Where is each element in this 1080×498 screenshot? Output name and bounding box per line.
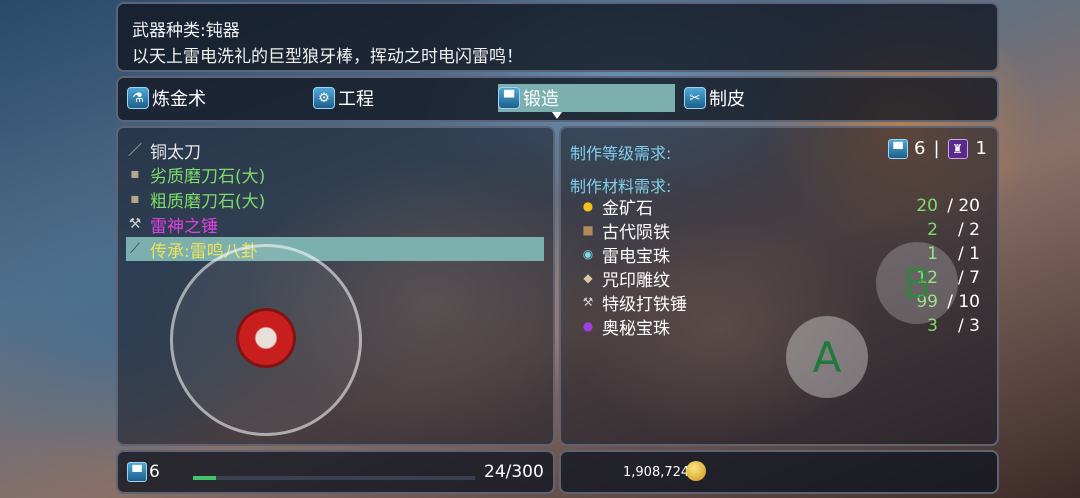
material-need: / 1 xyxy=(958,244,980,264)
rune-icon: ◆ xyxy=(583,271,593,285)
recipe-item[interactable]: ▪ 粗质磨刀石(大) xyxy=(126,187,266,212)
material-name: 奥秘宝珠 xyxy=(602,318,670,339)
level-value: 6 xyxy=(914,138,926,159)
b-button[interactable]: B xyxy=(876,242,958,324)
tab-label: 炼金术 xyxy=(152,89,206,110)
craft-level: 6 xyxy=(149,462,160,482)
weapon-type-text: 武器种类:钝器 xyxy=(132,21,240,41)
tab-engineering[interactable]: ⚙ 工程 xyxy=(313,84,374,112)
tab-label: 制皮 xyxy=(709,89,745,110)
tab-alchemy[interactable]: ⚗ 炼金术 xyxy=(127,84,206,112)
recipe-label: 粗质磨刀石(大) xyxy=(150,191,266,212)
whetstone-icon: ▪ xyxy=(130,191,140,207)
recipe-label: 劣质磨刀石(大) xyxy=(150,166,266,187)
joystick-thumb[interactable] xyxy=(236,308,296,368)
tab-label: 锻造 xyxy=(523,89,559,110)
tab-label: 工程 xyxy=(338,89,374,110)
recipe-label: 雷神之锤 xyxy=(150,216,218,237)
rank-value: 1 xyxy=(975,138,987,159)
tab-leatherworking[interactable]: ✂ 制皮 xyxy=(684,84,745,112)
gold-amount: 1,908,724 xyxy=(623,465,690,480)
alchemy-icon: ⚗ xyxy=(127,87,149,109)
recipe-item[interactable]: ▪ 劣质磨刀石(大) xyxy=(126,162,266,187)
meteor-iron-icon: ■ xyxy=(582,223,594,237)
item-description-panel: 武器种类:钝器 以天上雷电洗礼的巨型狼牙棒，挥动之时电闪雷鸣！ xyxy=(116,2,999,72)
material-row: ■ 古代陨铁 2 / 2 xyxy=(580,218,984,243)
gold-coin-icon xyxy=(686,461,706,481)
experience-text: 24/300 xyxy=(484,462,544,482)
material-name: 古代陨铁 xyxy=(602,222,670,243)
staff-icon: ⟋ xyxy=(130,241,140,257)
tab-blacksmithing[interactable]: ▀ 锻造 xyxy=(498,84,675,112)
whetstone-icon: ▪ xyxy=(130,166,140,182)
material-name: 雷电宝珠 xyxy=(602,246,670,267)
material-name: 特级打铁锤 xyxy=(602,294,687,315)
sword-icon: ／ xyxy=(128,143,142,159)
recipe-item-selected[interactable]: ⟋ 传承:雷鸣八卦 xyxy=(126,237,544,262)
material-name: 咒印雕纹 xyxy=(602,270,670,291)
helmet-icon: ♜ xyxy=(947,138,968,159)
smith-hammer-icon: ⚒ xyxy=(582,295,594,309)
level-requirement-title: 制作等级需求: xyxy=(570,144,672,163)
recipe-item[interactable]: ⚒ 雷神之锤 xyxy=(126,212,218,237)
material-have: 20 xyxy=(916,196,938,216)
anvil-icon: ▀ xyxy=(127,462,147,482)
material-need: / 20 xyxy=(947,196,980,216)
a-button[interactable]: A xyxy=(786,316,868,398)
level-requirement-values: ▀ 6 | ♜ 1 xyxy=(888,138,987,159)
leather-icon: ✂ xyxy=(684,87,706,109)
material-name: 金矿石 xyxy=(602,198,653,219)
material-need: / 7 xyxy=(958,268,980,288)
material-need: / 2 xyxy=(958,220,980,240)
engineering-icon: ⚙ xyxy=(313,87,335,109)
material-have: 2 xyxy=(927,220,938,240)
experience-progress-fill xyxy=(193,476,216,480)
mystic-orb-icon: ● xyxy=(582,319,594,333)
recipe-label: 铜太刀 xyxy=(150,142,201,163)
separator: | xyxy=(933,138,940,159)
hammer-icon: ⚒ xyxy=(128,216,142,232)
active-tab-indicator-icon xyxy=(552,112,562,119)
experience-progress-bar xyxy=(193,476,475,480)
recipe-item[interactable]: ／ 铜太刀 xyxy=(126,138,201,163)
anvil-icon: ▀ xyxy=(498,87,520,109)
thunder-orb-icon: ◉ xyxy=(582,247,594,261)
material-row: ● 金矿石 20 / 20 xyxy=(580,194,984,219)
anvil-icon: ▀ xyxy=(888,138,908,159)
gold-ore-icon: ● xyxy=(582,199,594,213)
weapon-flavor-text: 以天上雷电洗礼的巨型狼牙棒，挥动之时电闪雷鸣！ xyxy=(132,47,523,67)
material-need: / 3 xyxy=(958,316,980,336)
